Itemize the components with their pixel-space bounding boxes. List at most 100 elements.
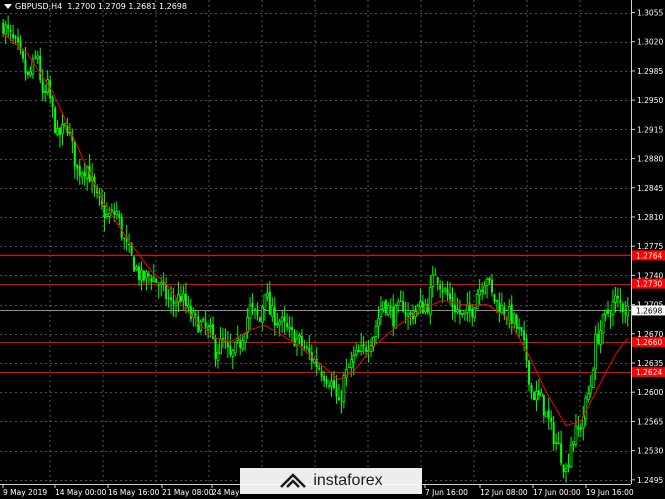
time-tick-label: 19 Jun 16:00 xyxy=(586,488,634,497)
candle-body-bull xyxy=(586,393,590,401)
candle-body-bull xyxy=(394,305,398,329)
candle-body-bear xyxy=(421,301,424,314)
candle-body-bull xyxy=(28,71,32,76)
candle-body-bull xyxy=(554,441,558,444)
candle-body-bull xyxy=(219,338,222,354)
current-price-tag-text: 1.2698 xyxy=(636,306,662,315)
candle-body-bear xyxy=(446,289,449,296)
candle-body-bear xyxy=(24,59,27,74)
candle-body-bull xyxy=(409,312,412,315)
candle-body-bear xyxy=(333,380,336,389)
level-price-tag-text: 1.2624 xyxy=(636,368,662,377)
candle-body-bear xyxy=(607,309,610,314)
time-tick-label: 17 Jun 00:00 xyxy=(533,488,581,497)
candle-body-bull xyxy=(544,411,548,418)
price-tick-label: 1.2635 xyxy=(637,359,663,368)
candle-body-bull xyxy=(105,214,109,217)
candle-body-bear xyxy=(471,308,474,317)
watermark-text: instaforex xyxy=(313,472,383,489)
candle-body-bear xyxy=(83,171,86,177)
candle-body-bear xyxy=(323,375,326,381)
candle-body-bull xyxy=(377,317,380,327)
candle-body-bull xyxy=(473,307,477,318)
price-tick-label: 1.2985 xyxy=(637,67,663,76)
candle-body-bear xyxy=(362,343,365,346)
candle-body-bull xyxy=(594,334,598,370)
candle-body-bull xyxy=(115,211,119,216)
candle-body-bear xyxy=(547,409,550,419)
candle-body-bear xyxy=(14,36,17,39)
candle-body-bear xyxy=(503,307,506,316)
candle-body-bull xyxy=(248,304,252,319)
candle-body-bear xyxy=(520,327,523,332)
candle-body-bear xyxy=(619,299,622,303)
candle-body-bull xyxy=(342,375,346,402)
candle-body-bear xyxy=(155,278,158,284)
candle-body-bull xyxy=(298,335,301,338)
candle-body-bull xyxy=(261,306,264,323)
candle-body-bear xyxy=(291,327,294,331)
candle-body-bear xyxy=(256,309,259,316)
candle-body-bear xyxy=(21,50,24,59)
candle-body-bear xyxy=(537,390,540,396)
candle-body-bear xyxy=(426,304,429,313)
candle-body-bear xyxy=(251,302,254,307)
candle-body-bull xyxy=(626,305,630,317)
candle-body-bull xyxy=(159,282,163,286)
candle-body-bear xyxy=(194,313,197,315)
candle-body-bear xyxy=(347,367,350,369)
time-tick-label: 9 May 2019 xyxy=(3,488,47,497)
candle-body-bull xyxy=(569,444,573,468)
candle-body-bull xyxy=(349,359,353,369)
candle-body-bear xyxy=(624,312,627,314)
candle-body-bull xyxy=(601,314,605,334)
candle-body-bear xyxy=(197,316,200,333)
candle-body-bull xyxy=(110,209,114,212)
candle-body-bear xyxy=(318,367,321,370)
candle-body-bear xyxy=(550,417,553,422)
candle-body-bear xyxy=(128,244,131,246)
candle-body-bull xyxy=(186,304,190,308)
candle-body-bear xyxy=(300,335,303,347)
symbol-label: GBPUSD,H4 xyxy=(15,2,63,11)
level-price-tag-text: 1.2660 xyxy=(636,338,662,347)
candle-body-bear xyxy=(490,279,493,293)
price-chart[interactable]: 1.3055 1.3020 1.2985 1.2950 1.2915 1.2880 1.28… xyxy=(0,0,665,499)
price-tick-label: 1.3055 xyxy=(637,9,663,18)
candle-body-bear xyxy=(123,238,126,240)
candle-body-bear xyxy=(365,347,368,352)
candle-body-bear xyxy=(39,55,42,81)
candle-body-bear xyxy=(510,304,513,324)
candle-body-bull xyxy=(591,369,595,388)
level-price-tag-text: 1.2764 xyxy=(636,251,662,260)
candle-body-bull xyxy=(80,172,84,178)
time-tick-label: 21 May 08:00 xyxy=(162,488,214,497)
candle-body-bear xyxy=(165,284,168,300)
candle-body-bull xyxy=(216,351,220,361)
candle-body-bull xyxy=(241,339,245,349)
price-tick-label: 1.2775 xyxy=(637,242,663,251)
candle-body-bear xyxy=(118,214,121,218)
candle-body-bear xyxy=(283,316,286,322)
instaforex-logo-icon xyxy=(280,473,307,488)
candle-body-bear xyxy=(453,304,456,313)
candle-body-bull xyxy=(475,294,479,310)
candle-body-bear xyxy=(389,306,392,309)
candle-body-bull xyxy=(576,427,580,430)
candle-body-bull xyxy=(488,278,491,281)
candle-body-bear xyxy=(481,290,484,292)
candle-body-bull xyxy=(386,305,390,316)
candle-body-bear xyxy=(172,300,175,304)
candle-body-bear xyxy=(436,277,439,284)
candle-body-bull xyxy=(280,317,284,322)
candle-body-bear xyxy=(147,273,150,277)
time-tick-label: 16 May 16:00 xyxy=(108,488,160,497)
candle-body-bear xyxy=(609,315,612,317)
candle-body-bull xyxy=(278,321,282,326)
candle-body-bull xyxy=(246,317,250,333)
candle-body-bear xyxy=(34,57,37,59)
candle-body-bull xyxy=(4,24,8,35)
candle-body-bear xyxy=(523,330,526,340)
candle-body-bear xyxy=(402,300,405,312)
candle-body-bear xyxy=(449,293,452,300)
